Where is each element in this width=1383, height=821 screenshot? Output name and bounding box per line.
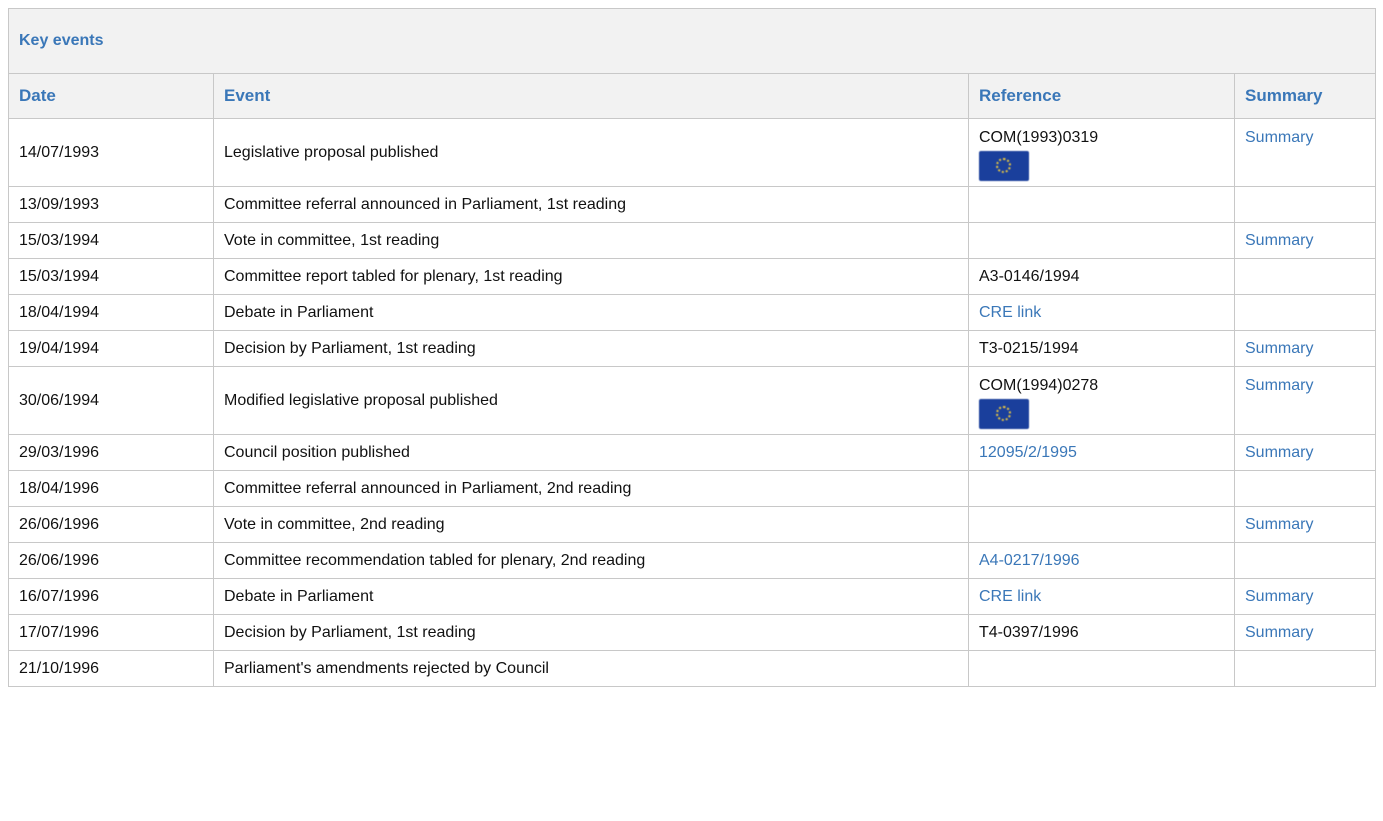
- summary-cell: [1234, 186, 1376, 223]
- reference-text: COM(1993)0319: [979, 129, 1099, 146]
- date-cell: 13/09/1993: [8, 186, 214, 223]
- date-cell: 26/06/1996: [8, 506, 214, 543]
- table-row: 26/06/1996 Vote in committee, 2nd reading…: [8, 506, 1376, 543]
- summary-cell: Summary: [1234, 222, 1376, 259]
- date-cell: 15/03/1994: [8, 222, 214, 259]
- summary-cell: Summary: [1234, 578, 1376, 615]
- reference-link[interactable]: CRE link: [979, 304, 1041, 321]
- reference-cell: [968, 506, 1235, 543]
- summary-cell: Summary: [1234, 614, 1376, 651]
- date-cell: 19/04/1994: [8, 330, 214, 367]
- reference-link[interactable]: CRE link: [979, 588, 1041, 605]
- date-cell: 21/10/1996: [8, 650, 214, 687]
- table-header-row: Date Event Reference Summary: [8, 73, 1376, 119]
- reference-cell: COM(1994)0278: [968, 366, 1235, 435]
- reference-cell: [968, 186, 1235, 223]
- summary-cell: Summary: [1234, 506, 1376, 543]
- event-cell: Decision by Parliament, 1st reading: [213, 614, 969, 651]
- key-events-table: Key events Date Event Reference Summary …: [8, 8, 1376, 687]
- summary-link[interactable]: Summary: [1245, 444, 1313, 461]
- date-cell: 26/06/1996: [8, 542, 214, 579]
- key-events-panel: Key events Date Event Reference Summary …: [8, 8, 1376, 687]
- date-cell: 30/06/1994: [8, 366, 214, 435]
- event-cell: Committee recommendation tabled for plen…: [213, 542, 969, 579]
- summary-cell: [1234, 470, 1376, 507]
- table-row: 14/07/1993 Legislative proposal published…: [8, 118, 1376, 187]
- column-header-reference: Reference: [968, 73, 1235, 119]
- event-cell: Parliament's amendments rejected by Coun…: [213, 650, 969, 687]
- event-cell: Council position published: [213, 434, 969, 471]
- table-row: 18/04/1994 Debate in Parliament CRE link: [8, 294, 1376, 331]
- summary-cell: Summary: [1234, 366, 1376, 435]
- table-row: 26/06/1996 Committee recommendation table…: [8, 542, 1376, 579]
- eu-flag-icon[interactable]: [979, 399, 1029, 429]
- reference-cell: CRE link: [968, 578, 1235, 615]
- reference-cell: 12095/2/1995: [968, 434, 1235, 471]
- date-cell: 18/04/1996: [8, 470, 214, 507]
- date-cell: 17/07/1996: [8, 614, 214, 651]
- summary-link[interactable]: Summary: [1245, 232, 1313, 249]
- summary-link[interactable]: Summary: [1245, 516, 1313, 533]
- date-cell: 14/07/1993: [8, 118, 214, 187]
- reference-link[interactable]: A4-0217/1996: [979, 552, 1080, 569]
- date-cell: 29/03/1996: [8, 434, 214, 471]
- date-cell: 18/04/1994: [8, 294, 214, 331]
- reference-cell: [968, 222, 1235, 259]
- summary-link[interactable]: Summary: [1245, 340, 1313, 357]
- reference-cell: COM(1993)0319: [968, 118, 1235, 187]
- summary-cell: [1234, 542, 1376, 579]
- reference-cell: [968, 650, 1235, 687]
- reference-text: A3-0146/1994: [979, 267, 1080, 285]
- column-header-date: Date: [8, 73, 214, 119]
- table-row: 16/07/1996 Debate in Parliament CRE link Su…: [8, 578, 1376, 615]
- date-cell: 15/03/1994: [8, 258, 214, 295]
- reference-cell: CRE link: [968, 294, 1235, 331]
- reference-text: COM(1994)0278: [979, 377, 1099, 394]
- table-row: 15/03/1994 Committee report tabled for pl…: [8, 258, 1376, 295]
- eu-flag-icon[interactable]: [979, 151, 1029, 181]
- summary-cell: [1234, 650, 1376, 687]
- event-cell: Modified legislative proposal published: [213, 366, 969, 435]
- summary-cell: Summary: [1234, 434, 1376, 471]
- reference-cell: T3-0215/1994: [968, 330, 1235, 367]
- summary-link[interactable]: Summary: [1245, 624, 1313, 641]
- panel-title: Key events: [8, 8, 1376, 74]
- table-row: 30/06/1994 Modified legislative proposal …: [8, 366, 1376, 435]
- event-cell: Committee report tabled for plenary, 1st…: [213, 258, 969, 295]
- reference-cell: A3-0146/1994: [968, 258, 1235, 295]
- reference-cell: T4-0397/1996: [968, 614, 1235, 651]
- table-row: 19/04/1994 Decision by Parliament, 1st re…: [8, 330, 1376, 367]
- reference-text: T4-0397/1996: [979, 623, 1079, 641]
- summary-link[interactable]: Summary: [1245, 588, 1313, 605]
- table-row: 29/03/1996 Council position published 1209…: [8, 434, 1376, 471]
- table-row: 13/09/1993 Committee referral announced i…: [8, 186, 1376, 223]
- event-cell: Vote in committee, 1st reading: [213, 222, 969, 259]
- summary-cell: Summary: [1234, 118, 1376, 187]
- summary-cell: [1234, 294, 1376, 331]
- reference-text: T3-0215/1994: [979, 339, 1079, 357]
- event-cell: Decision by Parliament, 1st reading: [213, 330, 969, 367]
- event-cell: Vote in committee, 2nd reading: [213, 506, 969, 543]
- table-row: 21/10/1996 Parliament's amendments reject…: [8, 650, 1376, 687]
- event-cell: Legislative proposal published: [213, 118, 969, 187]
- column-header-summary: Summary: [1234, 73, 1376, 119]
- column-header-event: Event: [213, 73, 969, 119]
- event-cell: Committee referral announced in Parliame…: [213, 186, 969, 223]
- summary-link[interactable]: Summary: [1245, 129, 1313, 146]
- summary-link[interactable]: Summary: [1245, 377, 1313, 394]
- table-row: 17/07/1996 Decision by Parliament, 1st re…: [8, 614, 1376, 651]
- summary-cell: [1234, 258, 1376, 295]
- table-row: 18/04/1996 Committee referral announced i…: [8, 470, 1376, 507]
- reference-cell: [968, 470, 1235, 507]
- table-row: 15/03/1994 Vote in committee, 1st reading…: [8, 222, 1376, 259]
- summary-cell: Summary: [1234, 330, 1376, 367]
- reference-cell: A4-0217/1996: [968, 542, 1235, 579]
- event-cell: Debate in Parliament: [213, 294, 969, 331]
- table-body: 14/07/1993 Legislative proposal published…: [8, 118, 1376, 687]
- date-cell: 16/07/1996: [8, 578, 214, 615]
- reference-link[interactable]: 12095/2/1995: [979, 444, 1077, 461]
- event-cell: Debate in Parliament: [213, 578, 969, 615]
- event-cell: Committee referral announced in Parliame…: [213, 470, 969, 507]
